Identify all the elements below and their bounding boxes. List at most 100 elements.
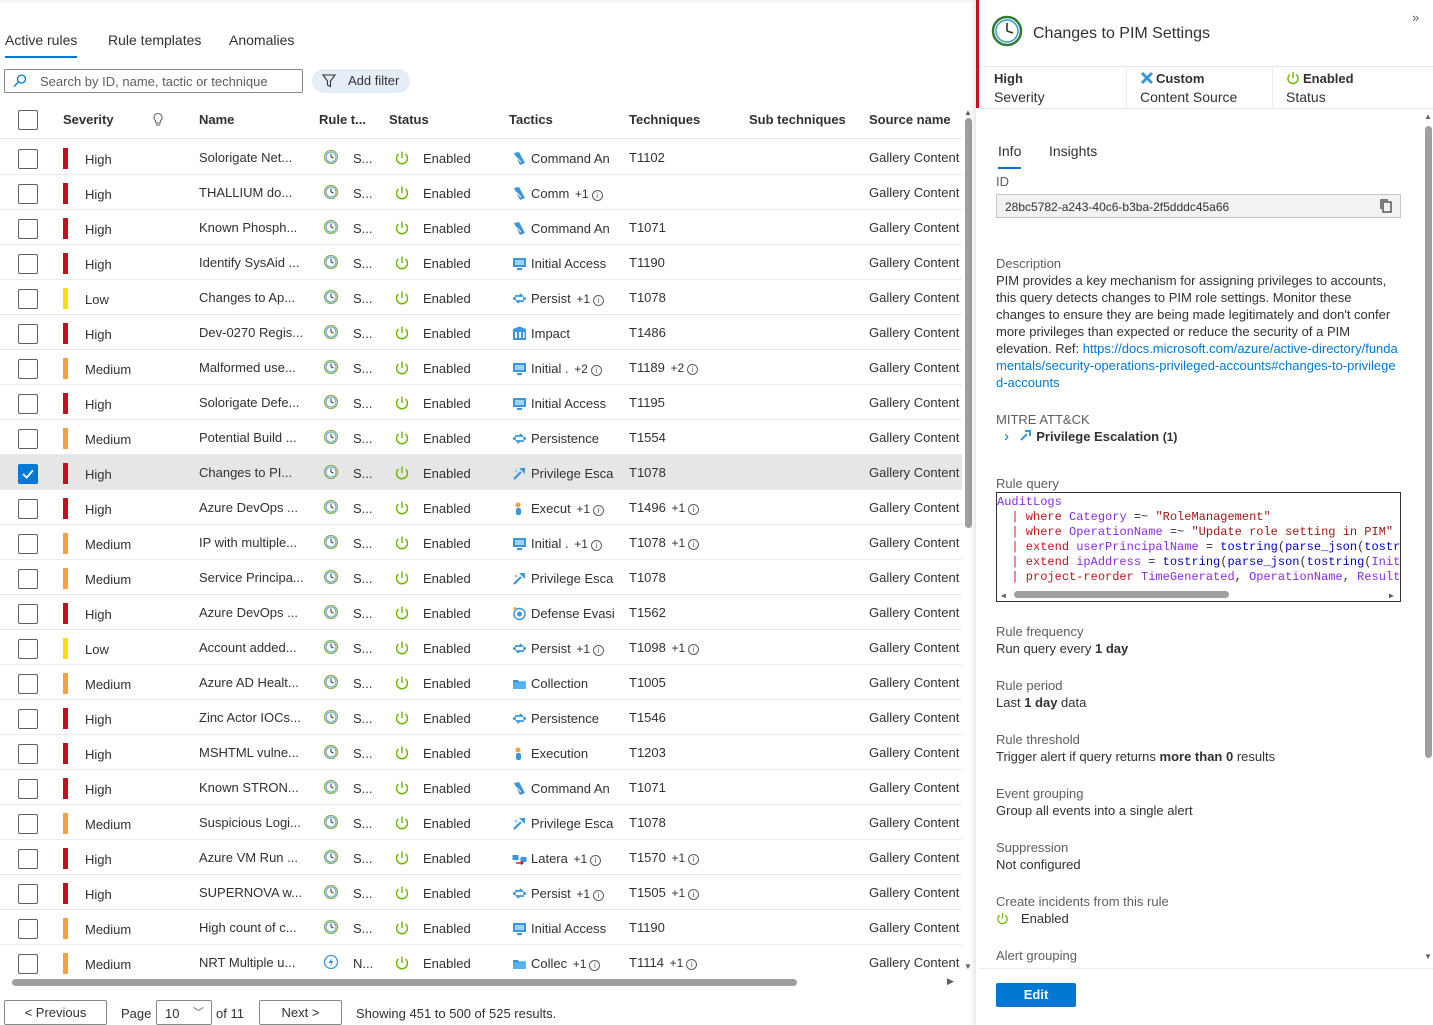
table-row[interactable]: High MSHTML vulne... S... Enabled Execution T… [0, 735, 962, 770]
info-icon[interactable]: i [593, 645, 605, 656]
rule-name[interactable]: MSHTML vulne... [199, 745, 299, 760]
table-row[interactable]: Medium Azure AD Healt... S... Enabled Collec… [0, 665, 962, 700]
rule-name[interactable]: Solorigate Net... [199, 150, 292, 165]
search-input[interactable]: Search by ID, name, tactic or technique [4, 69, 303, 93]
tab-anomalies[interactable]: Anomalies [229, 32, 294, 48]
table-row[interactable]: High Known STRON... S... Enabled Command An T… [0, 770, 962, 805]
info-icon[interactable]: i [593, 295, 605, 306]
rule-name[interactable]: Service Principa... [199, 570, 304, 585]
col-tactics[interactable]: Tactics [509, 112, 553, 127]
table-row[interactable]: High Solorigate Defe... S... Enabled Initial… [0, 385, 962, 420]
rule-name[interactable]: Account added... [199, 640, 297, 655]
table-row[interactable]: High THALLIUM do... S... Enabled Comm +1 i Gal… [0, 175, 962, 210]
mitre-tactic-row[interactable]: › Privilege Escalation (1) [1004, 428, 1177, 445]
table-row[interactable]: High Identify SysAid ... S... Enabled Initia… [0, 245, 962, 280]
lightbulb-icon[interactable] [152, 112, 164, 128]
scroll-up-arrow-icon[interactable]: ▲ [1424, 112, 1432, 121]
row-checkbox[interactable] [18, 569, 38, 589]
col-techniques[interactable]: Techniques [629, 112, 700, 127]
row-checkbox[interactable] [18, 429, 38, 449]
row-checkbox[interactable] [18, 709, 38, 729]
tab-active-rules[interactable]: Active rules [5, 32, 78, 58]
previous-button[interactable]: < Previous [4, 1000, 107, 1025]
rule-id-field[interactable]: 28bc5782-a243-40c6-b3ba-2f5dddc45a66 [996, 194, 1401, 218]
row-checkbox[interactable] [18, 149, 38, 169]
rule-name[interactable]: SUPERNOVA w... [199, 885, 302, 900]
info-icon[interactable]: i [688, 504, 700, 515]
rule-name[interactable]: Identify SysAid ... [199, 255, 299, 270]
table-row[interactable]: High Known Phosph... S... Enabled Command An… [0, 210, 962, 245]
scrollbar-thumb[interactable] [1014, 591, 1229, 598]
row-checkbox[interactable] [18, 954, 38, 974]
rule-query-editor[interactable]: AuditLogs | where Category =~ "RoleManag… [996, 492, 1401, 602]
collapse-pane-icon[interactable]: » [1412, 10, 1419, 25]
tab-insights[interactable]: Insights [1049, 143, 1097, 159]
rule-name[interactable]: Known STRON... [199, 780, 299, 795]
col-name[interactable]: Name [199, 112, 234, 127]
rule-name[interactable]: Malformed use... [199, 360, 296, 375]
info-icon[interactable]: i [687, 364, 699, 375]
table-row[interactable]: Medium IP with multiple... S... Enabled Init… [0, 525, 962, 560]
rule-name[interactable]: Azure DevOps ... [199, 605, 298, 620]
table-row[interactable]: Medium Malformed use... S... Enabled Initial… [0, 350, 962, 385]
row-checkbox[interactable] [18, 674, 38, 694]
row-checkbox[interactable] [18, 639, 38, 659]
rule-name[interactable]: THALLIUM do... [199, 185, 292, 200]
table-row[interactable]: Medium Service Principa... S... Enabled Priv… [0, 560, 962, 595]
table-row[interactable]: Low Changes to Ap... S... Enabled Persist +1… [0, 280, 962, 315]
add-filter-button[interactable]: Add filter [312, 69, 410, 93]
table-row[interactable]: High Solorigate Net... S... Enabled Command … [0, 140, 962, 175]
scroll-right-arrow-icon[interactable]: ▶ [1389, 589, 1394, 601]
detail-vertical-scrollbar[interactable]: ▲ ▼ [1424, 112, 1433, 964]
table-row[interactable]: High Azure DevOps ... S... Enabled Execut +1… [0, 490, 962, 525]
rule-name[interactable]: Changes to PI... [199, 465, 292, 480]
row-checkbox[interactable] [18, 919, 38, 939]
tab-info[interactable]: Info [998, 143, 1022, 169]
scrollbar-thumb[interactable] [1425, 126, 1432, 758]
row-checkbox[interactable] [18, 464, 38, 484]
rule-name[interactable]: Azure AD Healt... [199, 675, 299, 690]
table-row[interactable]: High Zinc Actor IOCs... S... Enabled Persist… [0, 700, 962, 735]
edit-button[interactable]: Edit [996, 983, 1076, 1007]
table-row[interactable]: High Dev-0270 Regis... S... Enabled Impact T1… [0, 315, 962, 350]
col-status[interactable]: Status [389, 112, 429, 127]
scroll-down-arrow-icon[interactable]: ▼ [964, 962, 972, 971]
rule-name[interactable]: Azure DevOps ... [199, 500, 298, 515]
copy-icon[interactable] [1378, 198, 1394, 214]
info-icon[interactable]: i [589, 960, 601, 971]
info-icon[interactable]: i [688, 889, 700, 900]
info-icon[interactable]: i [688, 539, 700, 550]
rule-name[interactable]: High count of c... [199, 920, 297, 935]
table-row[interactable]: Medium Suspicious Logi... S... Enabled Privi… [0, 805, 962, 840]
rule-name[interactable]: NRT Multiple u... [199, 955, 295, 970]
info-icon[interactable]: i [688, 854, 700, 865]
info-icon[interactable]: i [593, 505, 605, 516]
row-checkbox[interactable] [18, 744, 38, 764]
row-checkbox[interactable] [18, 289, 38, 309]
next-button[interactable]: Next > [259, 1000, 342, 1025]
query-horizontal-scrollbar[interactable]: ◀ ▶ [997, 589, 1400, 601]
info-icon[interactable]: i [590, 855, 602, 866]
table-row[interactable]: High Azure VM Run ... S... Enabled Latera +1… [0, 840, 962, 875]
table-row[interactable]: High Changes to PI... S... Enabled Privilege… [0, 455, 962, 490]
info-icon[interactable]: i [688, 644, 700, 655]
scroll-right-arrow-icon[interactable]: ▶ [947, 976, 954, 987]
col-rule-type[interactable]: Rule t... [319, 112, 366, 127]
row-checkbox[interactable] [18, 814, 38, 834]
table-row[interactable]: Medium Potential Build ... S... Enabled Pers… [0, 420, 962, 455]
info-icon[interactable]: i [590, 365, 602, 376]
table-row[interactable]: Low Account added... S... Enabled Persist +1… [0, 630, 962, 665]
row-checkbox[interactable] [18, 499, 38, 519]
row-checkbox[interactable] [18, 324, 38, 344]
rule-name[interactable]: Solorigate Defe... [199, 395, 299, 410]
row-checkbox[interactable] [18, 254, 38, 274]
scroll-left-arrow-icon[interactable]: ◀ [1001, 589, 1006, 601]
rule-name[interactable]: Zinc Actor IOCs... [199, 710, 301, 725]
rule-name[interactable]: Dev-0270 Regis... [199, 325, 303, 340]
col-source-name[interactable]: Source name [869, 112, 951, 127]
row-checkbox[interactable] [18, 219, 38, 239]
table-row[interactable]: High Azure DevOps ... S... Enabled Defense E… [0, 595, 962, 630]
row-checkbox[interactable] [18, 534, 38, 554]
table-row[interactable]: Medium High count of c... S... Enabled Initi… [0, 910, 962, 945]
rule-name[interactable]: Suspicious Logi... [199, 815, 301, 830]
